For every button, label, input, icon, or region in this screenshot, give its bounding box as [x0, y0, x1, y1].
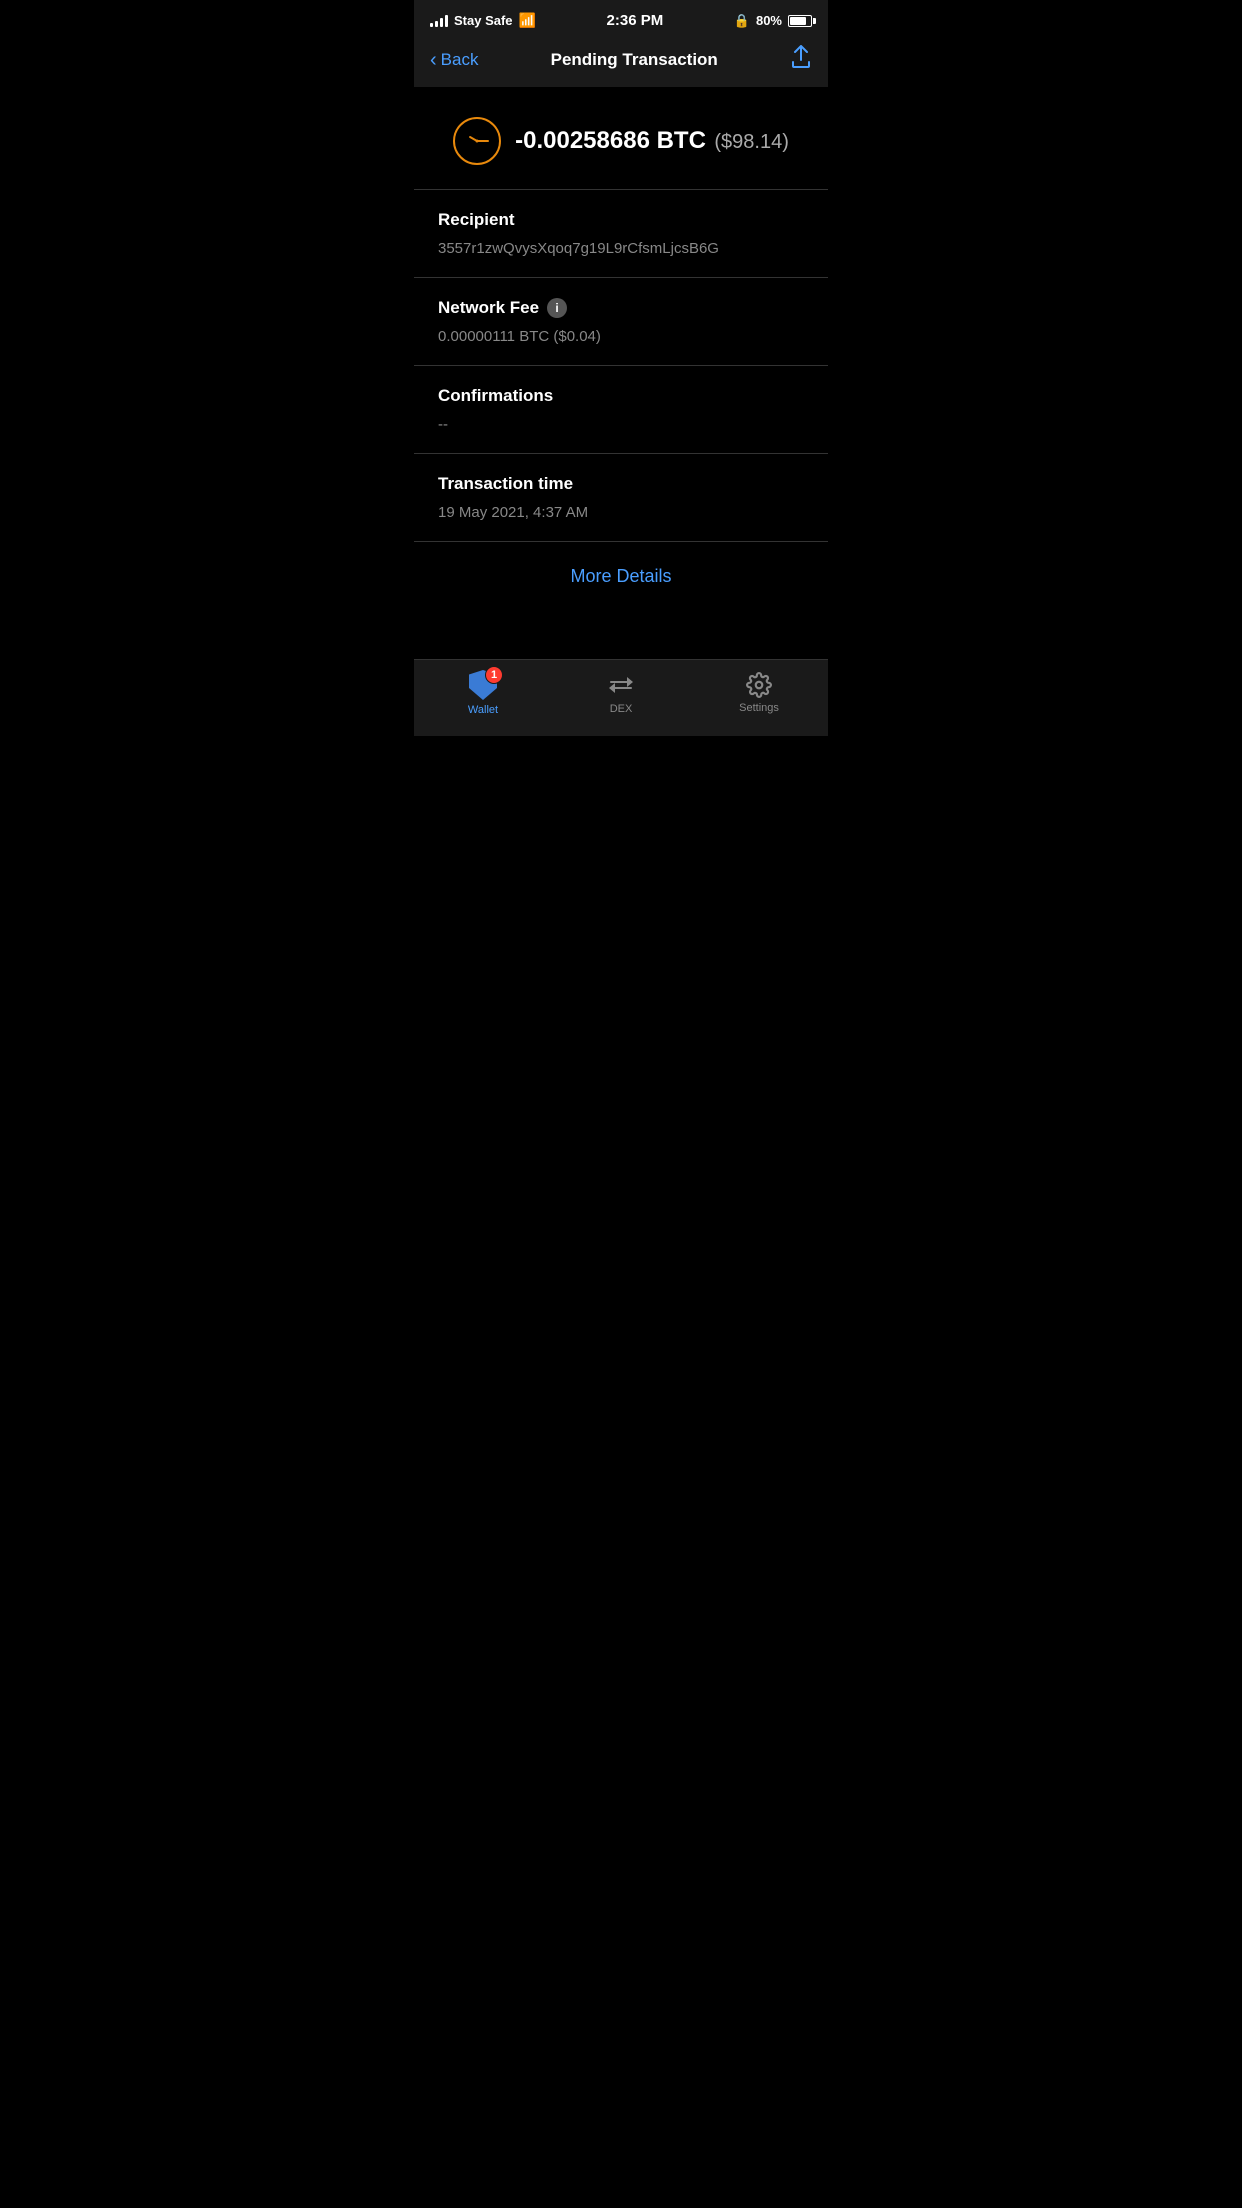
transaction-time-label: Transaction time	[438, 474, 804, 494]
dex-arrow-left	[610, 687, 632, 689]
recipient-address: 3557r1zwQvysXqoq7g19L9rCfsmLjcsB6G	[438, 238, 804, 259]
amount-fiat: ($98.14)	[714, 131, 789, 153]
more-details-section: More Details	[414, 542, 828, 611]
battery-icon	[788, 15, 812, 27]
confirmations-label: Confirmations	[438, 386, 804, 406]
main-content: -0.00258686 BTC ($98.14) Recipient 3557r…	[414, 87, 828, 659]
lock-status-icon: 🔒	[734, 13, 750, 29]
gear-svg	[746, 672, 772, 698]
back-button[interactable]: ‹ Back	[430, 49, 478, 72]
transaction-amount: -0.00258686 BTC ($98.14)	[515, 127, 789, 155]
signal-icon	[430, 15, 448, 27]
dex-icon	[607, 671, 635, 699]
tab-wallet[interactable]: 1 Wallet	[414, 670, 552, 716]
transaction-time-value: 19 May 2021, 4:37 AM	[438, 502, 804, 523]
confirmations-section: Confirmations --	[414, 366, 828, 453]
clock-center-dot	[476, 140, 479, 143]
back-label: Back	[441, 50, 479, 70]
network-fee-section: Network Fee i 0.00000111 BTC ($0.04)	[414, 278, 828, 365]
back-arrow-icon: ‹	[430, 49, 437, 72]
recipient-section: Recipient 3557r1zwQvysXqoq7g19L9rCfsmLjc…	[414, 190, 828, 277]
tab-dex-label: DEX	[610, 703, 633, 715]
more-details-button[interactable]: More Details	[570, 566, 671, 587]
confirmations-value: --	[438, 414, 804, 435]
wifi-icon: 📶	[519, 12, 536, 29]
share-button[interactable]	[790, 45, 812, 75]
share-icon	[790, 45, 812, 69]
status-time: 2:36 PM	[607, 12, 664, 29]
tab-settings[interactable]: Settings	[690, 672, 828, 714]
tab-bar: 1 Wallet DEX Settings	[414, 659, 828, 736]
status-right: 🔒 80%	[734, 13, 812, 29]
transaction-header: -0.00258686 BTC ($98.14)	[414, 87, 828, 189]
tab-wallet-label: Wallet	[468, 704, 498, 716]
nav-bar: ‹ Back Pending Transaction	[414, 35, 828, 87]
pending-clock-icon	[453, 117, 501, 165]
transaction-time-section: Transaction time 19 May 2021, 4:37 AM	[414, 454, 828, 541]
status-left: Stay Safe 📶	[430, 12, 536, 29]
clock-minute-hand	[477, 140, 489, 142]
wallet-badge: 1	[485, 666, 503, 684]
network-fee-label: Network Fee i	[438, 298, 804, 318]
battery-percent: 80%	[756, 13, 782, 28]
network-fee-value: 0.00000111 BTC ($0.04)	[438, 326, 804, 347]
nav-title: Pending Transaction	[551, 50, 718, 70]
settings-gear-icon	[746, 672, 772, 698]
transaction-amount-group: -0.00258686 BTC ($98.14)	[515, 127, 789, 155]
status-bar: Stay Safe 📶 2:36 PM 🔒 80%	[414, 0, 828, 35]
tab-dex[interactable]: DEX	[552, 671, 690, 715]
recipient-label: Recipient	[438, 210, 804, 230]
amount-btc: -0.00258686 BTC	[515, 127, 706, 154]
info-icon[interactable]: i	[547, 298, 567, 318]
wallet-icon-container: 1	[469, 670, 497, 700]
carrier-label: Stay Safe	[454, 13, 513, 28]
tab-settings-label: Settings	[739, 702, 779, 714]
